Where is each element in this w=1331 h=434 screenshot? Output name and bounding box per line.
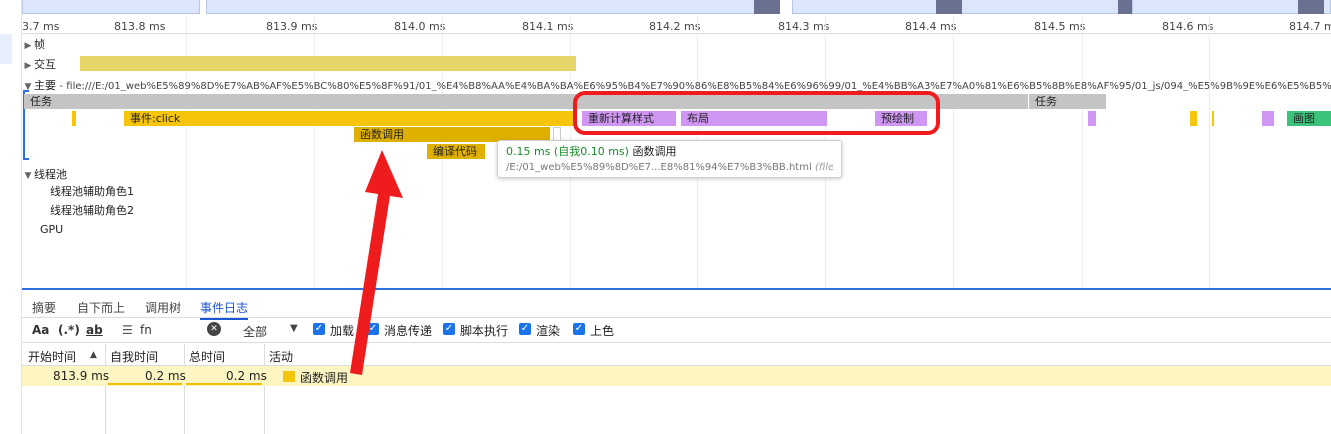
event-sliver[interactable] bbox=[1212, 111, 1214, 126]
filter-toolbar: Aa (.*) ab ☰ fn ✕ 全部 ▼ ✓ 加载 ✓ 消息传递 ✓ 脚本执… bbox=[22, 318, 1331, 343]
main-thread-url: - file:///E:/01_web%E5%89%8D%E7%AB%AF%E5… bbox=[59, 81, 1331, 91]
function-call-label: 函数调用 bbox=[360, 128, 404, 141]
tick-label: 3.7 ms bbox=[22, 20, 60, 33]
render-sliver[interactable] bbox=[1262, 111, 1274, 126]
chevron-down-icon[interactable]: ▼ bbox=[290, 323, 298, 334]
checkbox-scripting[interactable]: ✓ bbox=[443, 323, 455, 335]
tab-event-log[interactable]: 事件日志 bbox=[200, 299, 249, 320]
filter-input[interactable]: fn bbox=[140, 323, 152, 337]
left-gutter bbox=[0, 0, 22, 434]
event-sliver[interactable] bbox=[1190, 111, 1197, 126]
track-frames[interactable]: ▶ 帧 bbox=[22, 36, 1331, 52]
tick-label: 814.7 ms bbox=[1289, 20, 1331, 33]
regex-button[interactable]: (.*) bbox=[58, 323, 80, 337]
filter-icon: ☰ bbox=[122, 323, 133, 337]
overview-segment bbox=[22, 0, 200, 14]
track-main[interactable]: ▼ 主要 - file:///E:/01_web%E5%89%8D%E7%AB%A… bbox=[22, 77, 1331, 91]
track-label-thread-helper-2: 线程池辅助角色2 bbox=[50, 204, 134, 217]
checkbox-label-painting: 上色 bbox=[590, 324, 615, 338]
track-label-main: 主要 bbox=[34, 79, 56, 91]
event-click-label: 事件:click bbox=[130, 112, 181, 125]
cell-start-time: 813.9 ms bbox=[53, 369, 110, 383]
gutter-mark bbox=[0, 34, 12, 64]
match-case-button[interactable]: Aa bbox=[32, 323, 49, 337]
column-separator bbox=[264, 344, 265, 434]
tick-label: 814.4 ms bbox=[905, 20, 957, 33]
checkbox-label-scripting: 脚本执行 bbox=[460, 324, 509, 338]
category-select[interactable]: 全部 bbox=[243, 323, 267, 340]
tab-bottom-up[interactable]: 自下而上 bbox=[77, 299, 125, 316]
track-label-gpu: GPU bbox=[40, 223, 64, 236]
checkbox-loading[interactable]: ✓ bbox=[313, 323, 325, 335]
tick-label: 814.6 ms bbox=[1162, 20, 1214, 33]
total-time-bar bbox=[186, 383, 262, 385]
column-header-start-time[interactable]: 开始时间 bbox=[28, 348, 76, 365]
overview-marker bbox=[754, 0, 780, 14]
checkbox-label-rendering: 渲染 bbox=[536, 324, 561, 338]
whole-word-button[interactable]: ab bbox=[86, 323, 103, 337]
clear-filter-icon[interactable]: ✕ bbox=[207, 322, 221, 336]
track-gpu[interactable]: GPU bbox=[22, 223, 1331, 239]
self-time-bar bbox=[108, 383, 182, 385]
cell-activity: 函数调用 bbox=[300, 371, 349, 385]
column-header-self-time[interactable]: 自我时间 bbox=[110, 348, 158, 365]
task-bar[interactable]: 任务 bbox=[1029, 94, 1106, 109]
column-header-total-time[interactable]: 总时间 bbox=[189, 348, 225, 365]
task-label: 任务 bbox=[30, 95, 52, 108]
checkbox-label-loading: 加载 bbox=[330, 324, 355, 338]
task-label: 任务 bbox=[1035, 95, 1057, 108]
expand-triangle-icon[interactable]: ▶ bbox=[22, 61, 34, 71]
checkbox-label-messaging: 消息传递 bbox=[384, 324, 433, 338]
tick-label: 814.5 ms bbox=[1034, 20, 1086, 33]
track-thread-helper-1[interactable]: 线程池辅助角色1 bbox=[22, 183, 1331, 199]
track-label-frames: 帧 bbox=[34, 38, 45, 51]
track-thread-helper-2[interactable]: 线程池辅助角色2 bbox=[22, 202, 1331, 218]
checkbox-painting[interactable]: ✓ bbox=[573, 323, 585, 335]
sort-ascending-icon[interactable]: ▲ bbox=[90, 350, 97, 360]
overview-segment bbox=[206, 0, 776, 14]
timeline-overview-strip[interactable] bbox=[22, 0, 1331, 16]
track-label-thread-helper-1: 线程池辅助角色1 bbox=[50, 185, 134, 198]
track-label-thread-pool: 线程池 bbox=[34, 168, 67, 181]
expand-triangle-icon[interactable]: ▶ bbox=[22, 41, 34, 51]
cell-self-time: 0.2 ms bbox=[145, 369, 186, 383]
time-ruler: 3.7 ms 813.8 ms 813.9 ms 814.0 ms 814.1 … bbox=[22, 16, 1331, 34]
column-header-activity[interactable]: 活动 bbox=[269, 348, 293, 365]
column-separator bbox=[184, 344, 185, 434]
compile-code-bar[interactable]: 编译代码 bbox=[427, 144, 485, 159]
track-thread-pool[interactable]: ▼ 线程池 bbox=[22, 166, 1331, 182]
panel-divider[interactable] bbox=[22, 288, 1331, 290]
checkbox-rendering[interactable]: ✓ bbox=[519, 323, 531, 335]
tick-label: 814.2 ms bbox=[649, 20, 701, 33]
column-separator bbox=[105, 344, 106, 434]
tick-label: 813.8 ms bbox=[114, 20, 166, 33]
render-sliver[interactable] bbox=[1088, 111, 1096, 126]
interaction-bar[interactable] bbox=[80, 56, 576, 71]
collapse-triangle-icon[interactable]: ▼ bbox=[22, 171, 34, 181]
overview-marker bbox=[1298, 0, 1324, 14]
bottom-tab-bar: 摘要 自下而上 调用树 事件日志 bbox=[22, 296, 1331, 320]
overview-marker bbox=[936, 0, 962, 14]
tooltip-line1: 0.15 ms (自我0.10 ms) 函数调用 bbox=[506, 144, 833, 160]
track-label-interactions: 交互 bbox=[34, 58, 56, 71]
compile-code-label: 编译代码 bbox=[433, 145, 477, 158]
table-row[interactable]: 813.9 ms 0.2 ms 0.2 ms 函数调用 bbox=[22, 366, 1331, 386]
cell-total-time: 0.2 ms bbox=[226, 369, 267, 383]
annotation-highlight-box bbox=[573, 91, 940, 135]
event-sliver[interactable] bbox=[72, 111, 76, 126]
tab-call-tree[interactable]: 调用树 bbox=[145, 299, 181, 316]
paint-bar[interactable]: 画图 bbox=[1287, 111, 1331, 126]
tick-label: 814.1 ms bbox=[522, 20, 574, 33]
tick-label: 814.0 ms bbox=[394, 20, 446, 33]
tick-label: 813.9 ms bbox=[266, 20, 318, 33]
tooltip-duration: 0.15 ms (自我0.10 ms) bbox=[506, 145, 629, 158]
checkbox-messaging[interactable]: ✓ bbox=[367, 323, 379, 335]
paint-label: 画图 bbox=[1293, 112, 1315, 125]
category-swatch bbox=[283, 371, 295, 382]
event-log-header: 开始时间 ▲ 自我时间 总时间 活动 bbox=[22, 344, 1331, 366]
tick-label: 814.3 ms bbox=[778, 20, 830, 33]
event-click-bar[interactable]: 事件:click bbox=[124, 111, 576, 126]
tab-summary[interactable]: 摘要 bbox=[32, 299, 56, 316]
tooltip-name: 函数调用 bbox=[632, 145, 677, 158]
